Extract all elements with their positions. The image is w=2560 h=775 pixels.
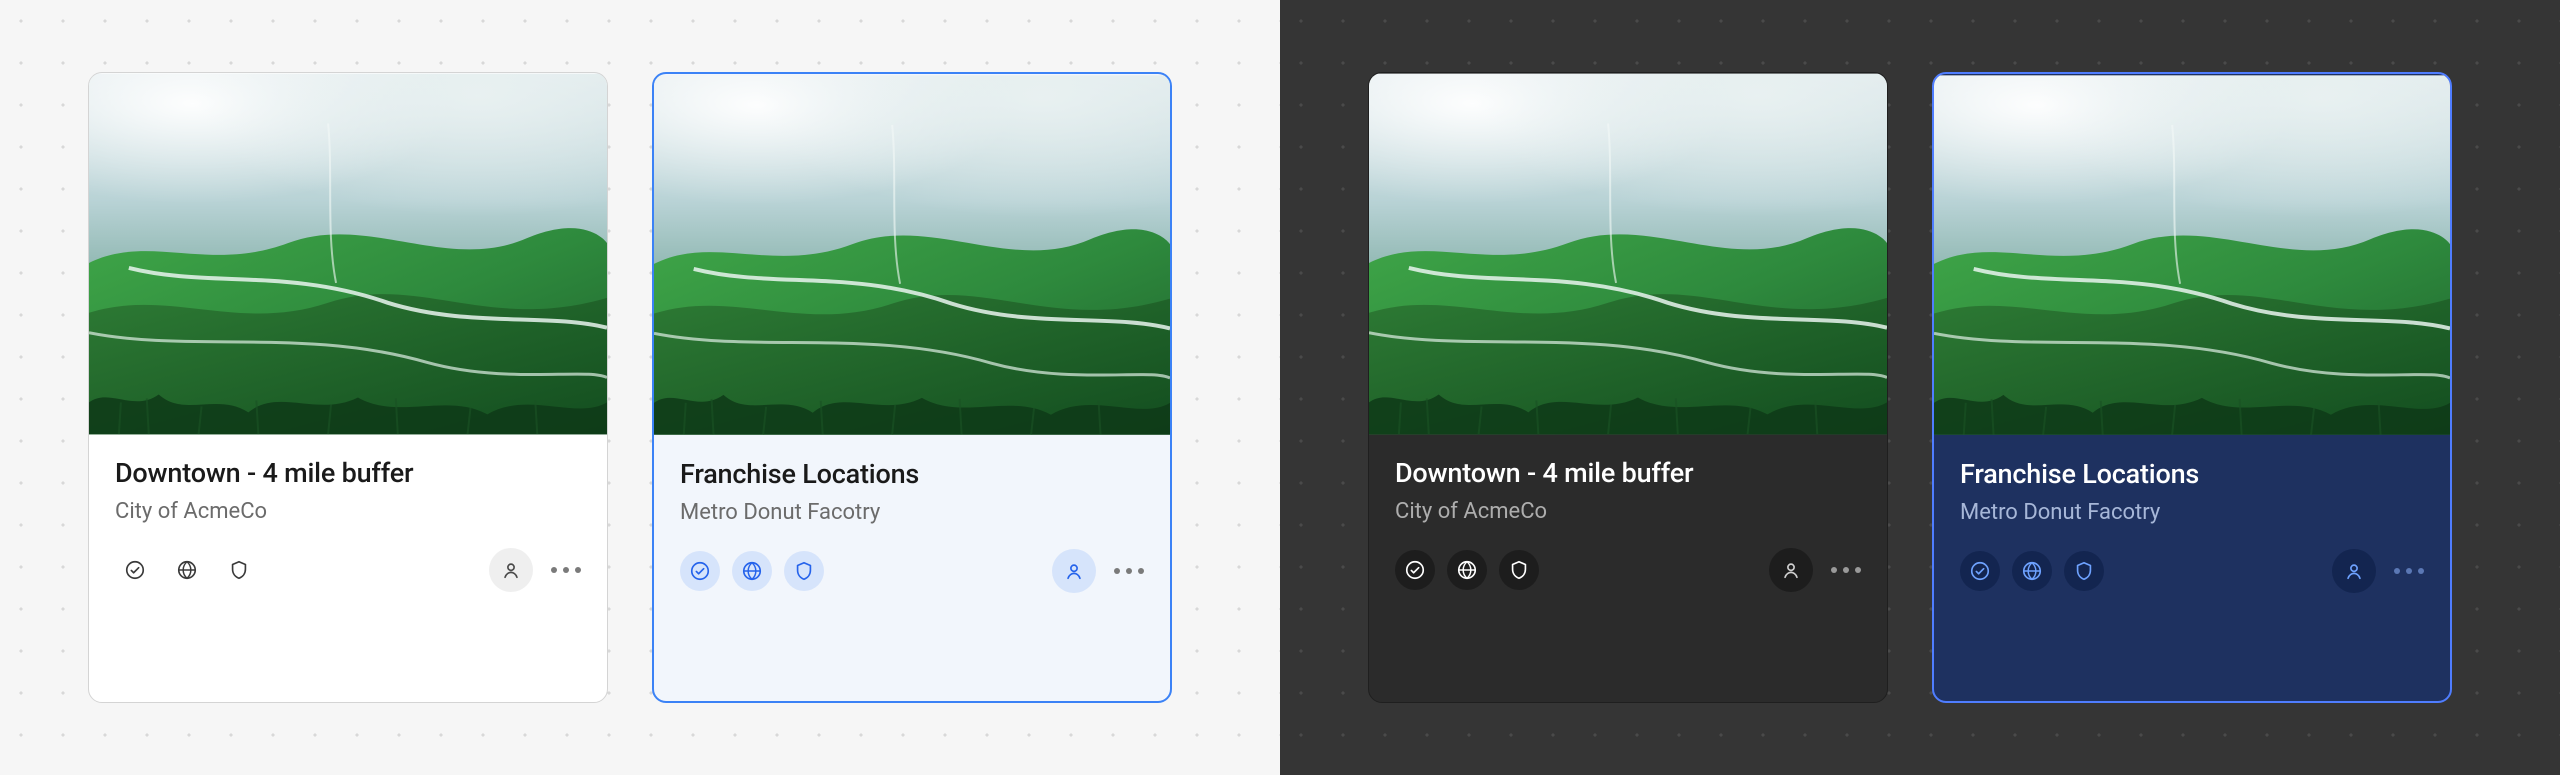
card-downtown[interactable]: Downtown - 4 mile buffer City of AcmeCo bbox=[1368, 72, 1888, 703]
status-icon-group bbox=[680, 551, 824, 591]
dark-theme-panel: Downtown - 4 mile buffer City of AcmeCo … bbox=[1280, 0, 2560, 775]
card-footer bbox=[1369, 548, 1887, 616]
globe-icon[interactable] bbox=[167, 550, 207, 590]
card-body: Downtown - 4 mile buffer City of AcmeCo bbox=[89, 435, 607, 548]
card-title: Franchise Locations bbox=[680, 458, 1144, 490]
shield-icon[interactable] bbox=[2064, 551, 2104, 591]
check-icon[interactable] bbox=[115, 550, 155, 590]
globe-icon[interactable] bbox=[2012, 551, 2052, 591]
card-thumbnail bbox=[1934, 74, 2450, 436]
card-downtown[interactable]: Downtown - 4 mile buffer City of AcmeCo bbox=[88, 72, 608, 703]
card-title: Franchise Locations bbox=[1960, 458, 2424, 490]
card-body: Downtown - 4 mile buffer City of AcmeCo bbox=[1369, 435, 1887, 548]
more-options-icon[interactable] bbox=[2394, 568, 2424, 574]
card-franchise[interactable]: Franchise Locations Metro Donut Facotry bbox=[1932, 72, 2452, 703]
card-actions bbox=[489, 548, 581, 592]
card-footer bbox=[89, 548, 607, 616]
card-subtitle: City of AcmeCo bbox=[1395, 499, 1861, 524]
user-icon[interactable] bbox=[2332, 549, 2376, 593]
card-subtitle: Metro Donut Facotry bbox=[680, 500, 1144, 525]
globe-icon[interactable] bbox=[1447, 550, 1487, 590]
card-footer bbox=[1934, 549, 2450, 617]
card-title: Downtown - 4 mile buffer bbox=[1395, 457, 1861, 489]
card-thumbnail bbox=[654, 74, 1170, 436]
shield-icon[interactable] bbox=[1499, 550, 1539, 590]
card-actions bbox=[1052, 549, 1144, 593]
status-icon-group bbox=[1395, 550, 1539, 590]
more-options-icon[interactable] bbox=[1831, 567, 1861, 573]
user-icon[interactable] bbox=[1052, 549, 1096, 593]
globe-icon[interactable] bbox=[732, 551, 772, 591]
light-theme-panel: Downtown - 4 mile buffer City of AcmeCo … bbox=[0, 0, 1280, 775]
shield-icon[interactable] bbox=[784, 551, 824, 591]
status-icon-group bbox=[115, 550, 259, 590]
card-subtitle: Metro Donut Facotry bbox=[1960, 500, 2424, 525]
card-footer bbox=[654, 549, 1170, 617]
more-options-icon[interactable] bbox=[551, 567, 581, 573]
card-actions bbox=[2332, 549, 2424, 593]
card-franchise[interactable]: Franchise Locations Metro Donut Facotry bbox=[652, 72, 1172, 703]
card-subtitle: City of AcmeCo bbox=[115, 499, 581, 524]
user-icon[interactable] bbox=[1769, 548, 1813, 592]
card-body: Franchise Locations Metro Donut Facotry bbox=[1934, 436, 2450, 549]
user-icon[interactable] bbox=[489, 548, 533, 592]
card-body: Franchise Locations Metro Donut Facotry bbox=[654, 436, 1170, 549]
check-icon[interactable] bbox=[1960, 551, 2000, 591]
card-thumbnail bbox=[89, 73, 607, 435]
card-thumbnail bbox=[1369, 73, 1887, 435]
card-actions bbox=[1769, 548, 1861, 592]
card-title: Downtown - 4 mile buffer bbox=[115, 457, 581, 489]
status-icon-group bbox=[1960, 551, 2104, 591]
more-options-icon[interactable] bbox=[1114, 568, 1144, 574]
check-icon[interactable] bbox=[1395, 550, 1435, 590]
check-icon[interactable] bbox=[680, 551, 720, 591]
shield-icon[interactable] bbox=[219, 550, 259, 590]
